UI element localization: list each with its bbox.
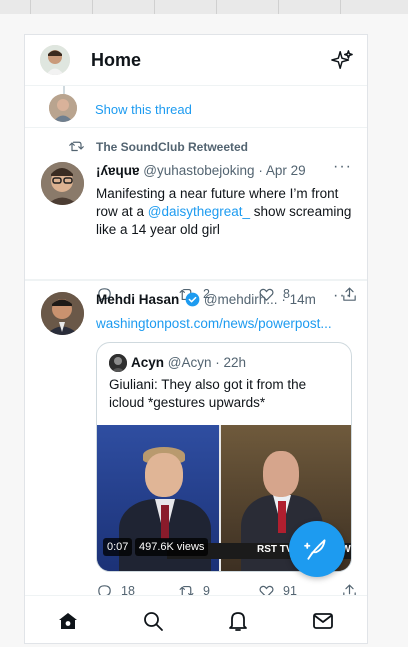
feather-compose-icon bbox=[304, 539, 326, 560]
video-duration: 0:07 bbox=[103, 538, 133, 556]
messages-icon[interactable] bbox=[311, 609, 335, 633]
host-head bbox=[145, 453, 183, 497]
strip-divider bbox=[216, 0, 217, 14]
quoted-tweet-text: Giuliani: They also got it from the iclo… bbox=[109, 377, 307, 410]
home-icon[interactable] bbox=[56, 609, 80, 633]
author-handle[interactable]: @mehdirh... bbox=[204, 292, 278, 307]
tweet-text: Manifesting a near future where I’m fron… bbox=[96, 185, 358, 239]
tweet-author-avatar[interactable] bbox=[41, 162, 84, 205]
strip-divider bbox=[340, 0, 341, 14]
top-header: Home bbox=[25, 35, 367, 86]
author-name[interactable]: Mehdi Hasan bbox=[96, 292, 179, 307]
more-options-icon[interactable]: ··· bbox=[333, 287, 352, 305]
profile-avatar[interactable] bbox=[40, 45, 70, 75]
mention-link[interactable]: @daisythegreat_ bbox=[148, 204, 250, 219]
strip-divider bbox=[30, 0, 31, 14]
author-name[interactable]: ¡ʎɐɥuɐ bbox=[96, 163, 140, 178]
quoted-tweet-time[interactable]: 22h bbox=[224, 355, 247, 370]
show-thread-row[interactable]: Show this thread bbox=[25, 86, 367, 128]
sparkle-icon[interactable] bbox=[331, 49, 353, 71]
browser-top-strip bbox=[0, 0, 408, 14]
thread-connector-line bbox=[63, 86, 65, 94]
tweet-author-avatar[interactable] bbox=[41, 292, 84, 335]
author-handle[interactable]: @yuhastobejoking bbox=[143, 163, 254, 178]
show-thread-link[interactable]: Show this thread bbox=[95, 102, 192, 117]
bottom-navigation bbox=[25, 595, 367, 643]
retweeted-by-label: The SoundClub Retweeted bbox=[96, 140, 249, 154]
tweet-header: ¡ʎɐɥuɐ @yuhastobejoking · Apr 29 bbox=[96, 163, 306, 178]
tweet-date[interactable]: Apr 29 bbox=[266, 163, 306, 178]
meta-separator: · bbox=[258, 163, 263, 178]
guest-tie bbox=[278, 501, 286, 533]
meta-separator: · bbox=[281, 292, 286, 307]
quoted-author-name[interactable]: Acyn bbox=[131, 355, 164, 370]
tweet-time[interactable]: 14m bbox=[290, 292, 316, 307]
guest-head bbox=[263, 451, 299, 497]
quoted-author-avatar[interactable] bbox=[109, 354, 127, 372]
notifications-icon[interactable] bbox=[226, 609, 250, 633]
more-options-icon[interactable]: ··· bbox=[333, 158, 352, 176]
strip-divider bbox=[154, 0, 155, 14]
video-views: 497.6K views bbox=[135, 538, 209, 556]
quoted-author-handle[interactable]: @Acyn bbox=[168, 355, 212, 370]
quoted-tweet-header: Acyn @Acyn · 22h bbox=[131, 355, 246, 370]
thread-author-avatar[interactable] bbox=[49, 94, 77, 122]
host-tie bbox=[161, 505, 169, 539]
retweet-icon bbox=[69, 141, 84, 152]
article-link[interactable]: washingtonpost.com/news/powerpost... bbox=[96, 316, 332, 331]
verified-badge-icon bbox=[185, 292, 200, 307]
tweet[interactable]: The SoundClub Retweeted ¡ʎɐɥuɐ @yuhastob… bbox=[25, 128, 367, 280]
page-title: Home bbox=[91, 50, 142, 70]
tweet-header: Mehdi Hasan @mehdirh... · 14m bbox=[96, 292, 316, 307]
twitter-window: Home Show this thread The SoundClub Retw… bbox=[24, 34, 368, 644]
strip-divider bbox=[92, 0, 93, 14]
strip-divider bbox=[278, 0, 279, 14]
compose-tweet-button[interactable] bbox=[289, 521, 345, 577]
search-icon[interactable] bbox=[141, 609, 165, 633]
meta-separator: · bbox=[215, 355, 220, 370]
